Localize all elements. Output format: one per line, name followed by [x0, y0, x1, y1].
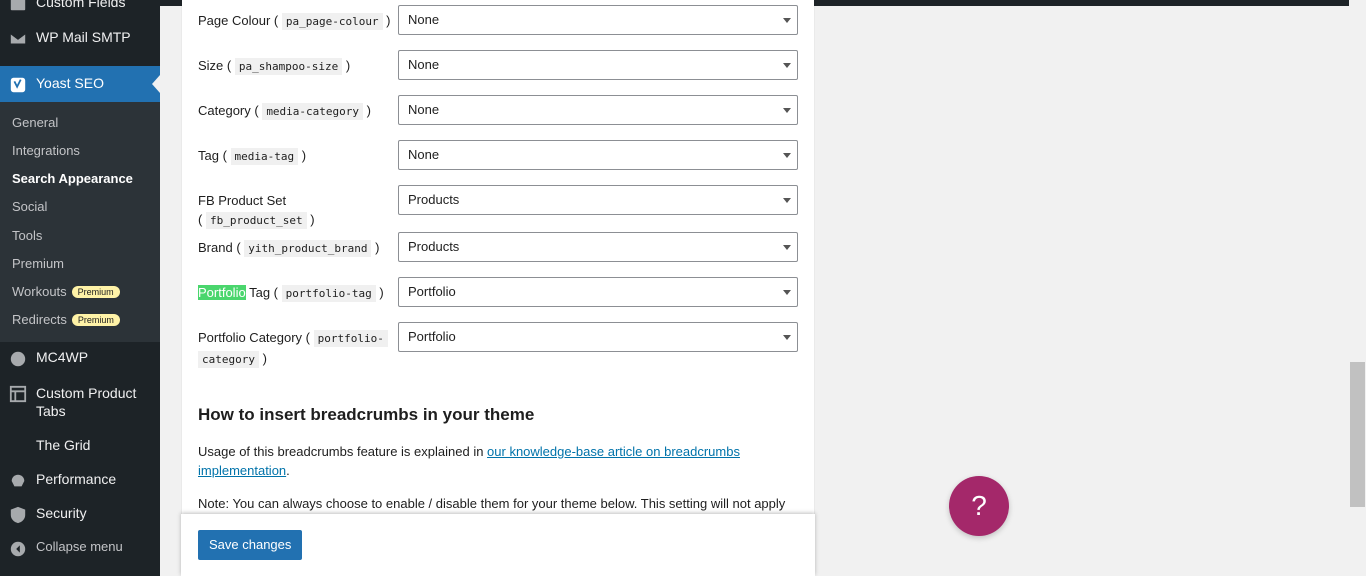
mc4wp-icon: [8, 349, 28, 369]
taxonomy-label: Size ( pa_shampoo-size ): [198, 58, 351, 75]
performance-icon: [8, 471, 28, 491]
submenu-item-premium[interactable]: Premium: [12, 256, 64, 271]
sidebar-item-mc4wp[interactable]: MC4WP: [0, 349, 160, 369]
submenu-item-redirects[interactable]: Redirects Premium: [12, 312, 120, 327]
taxonomy-label: Category ( media-category ): [198, 103, 371, 120]
taxonomy-label: Portfolio Category ( portfolio-category …: [198, 328, 394, 370]
admin-sidebar: Custom Fields WP Mail SMTP Yoast SEO Gen…: [0, 0, 160, 576]
chevron-down-icon: [783, 245, 791, 250]
save-changes-button[interactable]: Save changes: [198, 530, 303, 560]
mail-icon: [8, 29, 28, 49]
taxonomy-label: FB Product Set( fb_product_set ): [198, 193, 315, 229]
breadcrumbs-usage-text: Usage of this breadcrumbs feature is exp…: [198, 444, 740, 478]
sidebar-item-custom-product-tabs[interactable]: Custom Product Tabs: [0, 384, 160, 424]
custom-fields-icon: [8, 0, 28, 14]
taxonomy-select-size[interactable]: None: [398, 50, 798, 80]
collapse-menu-button[interactable]: Collapse menu: [0, 539, 160, 559]
chevron-down-icon: [783, 108, 791, 113]
premium-badge: Premium: [71, 286, 120, 298]
taxonomy-select-fb-product-set[interactable]: Products: [398, 185, 798, 215]
page-scrollbar[interactable]: [1349, 0, 1366, 576]
tabs-icon: [8, 384, 28, 404]
sidebar-item-custom-fields[interactable]: Custom Fields: [0, 0, 160, 14]
sidebar-item-performance[interactable]: Performance: [0, 471, 160, 491]
sidebar-item-label: Performance: [36, 471, 117, 487]
premium-badge: Premium: [71, 314, 120, 326]
sidebar-item-the-grid[interactable]: The Grid: [0, 437, 160, 457]
submenu-item-search-appearance[interactable]: Search Appearance: [12, 171, 133, 186]
search-highlight: Portfolio: [198, 285, 246, 300]
settings-card: Page Colour ( pa_page-colour ) None Size…: [182, 0, 814, 576]
taxonomy-select-portfolio-tag[interactable]: Portfolio: [398, 277, 798, 307]
chevron-down-icon: [783, 198, 791, 203]
sidebar-item-label: Security: [36, 505, 87, 521]
sidebar-item-wp-mail-smtp[interactable]: WP Mail SMTP: [0, 29, 160, 49]
chevron-down-icon: [783, 335, 791, 340]
submenu-item-tools[interactable]: Tools: [12, 228, 42, 243]
current-menu-arrow: [152, 75, 160, 93]
chevron-down-icon: [783, 153, 791, 158]
taxonomy-select-tag[interactable]: None: [398, 140, 798, 170]
section-heading: How to insert breadcrumbs in your theme: [198, 405, 535, 424]
breadcrumbs-note: Note: You can always choose to enable / …: [198, 496, 786, 511]
sidebar-item-yoast-seo[interactable]: Yoast SEO: [0, 66, 160, 102]
taxonomy-label: Brand ( yith_product_brand ): [198, 240, 380, 257]
scrollbar-thumb[interactable]: [1350, 362, 1365, 507]
submenu-item-integrations[interactable]: Integrations: [12, 143, 80, 158]
sidebar-item-label: Yoast SEO: [36, 75, 104, 91]
sidebar-item-label: Custom Fields: [36, 0, 126, 10]
sidebar-item-label: Collapse menu: [36, 539, 123, 554]
sidebar-item-security[interactable]: Security: [0, 505, 160, 525]
save-bar: Save changes: [181, 514, 815, 576]
sidebar-item-label: MC4WP: [36, 349, 89, 365]
submenu-item-social[interactable]: Social: [12, 199, 47, 214]
sidebar-item-label: Custom Product Tabs: [36, 385, 137, 419]
yoast-submenu: General Integrations Search Appearance S…: [0, 102, 160, 342]
sidebar-item-label: WP Mail SMTP: [36, 29, 131, 45]
shield-icon: [8, 505, 28, 525]
submenu-item-workouts[interactable]: Workouts Premium: [12, 284, 120, 299]
submenu-item-general[interactable]: General: [12, 115, 58, 130]
yoast-icon: [8, 75, 28, 95]
taxonomy-select-page-colour[interactable]: None: [398, 5, 798, 35]
chevron-down-icon: [783, 290, 791, 295]
taxonomy-select-brand[interactable]: Products: [398, 232, 798, 262]
taxonomy-select-category[interactable]: None: [398, 95, 798, 125]
chevron-down-icon: [783, 63, 791, 68]
taxonomy-label: Page Colour ( pa_page-colour ): [198, 13, 391, 30]
taxonomy-label: Tag ( media-tag ): [198, 148, 307, 165]
sidebar-item-label: The Grid: [36, 437, 91, 453]
chevron-down-icon: [783, 18, 791, 23]
taxonomy-select-portfolio-category[interactable]: Portfolio: [398, 322, 798, 352]
help-button[interactable]: ?: [949, 476, 1009, 536]
collapse-icon: [8, 539, 28, 559]
taxonomy-label: Portfolio Tag ( portfolio-tag ): [198, 285, 384, 302]
